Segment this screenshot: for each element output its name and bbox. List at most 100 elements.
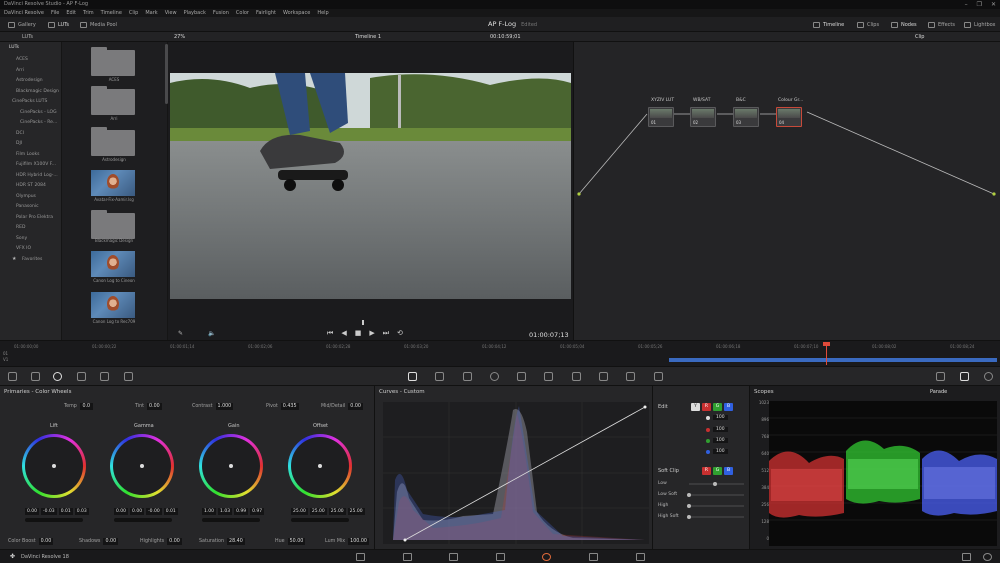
pivot-value[interactable]: 0.435 <box>280 403 299 410</box>
lut-item[interactable]: Olympus <box>16 194 36 199</box>
lut-preview-thumb[interactable] <box>91 251 135 277</box>
mini-timeline[interactable]: 01:00:00;00 01:00:00;22 01:00:01;14 01:0… <box>0 340 1000 367</box>
keyframes-icon[interactable] <box>936 372 945 381</box>
offset-master-wheel[interactable] <box>291 518 349 522</box>
media-page-icon[interactable] <box>356 553 365 561</box>
timeline-dropdown[interactable]: Timeline 1 <box>355 32 381 42</box>
tracker-icon[interactable] <box>517 372 526 381</box>
window-icon[interactable] <box>490 372 499 381</box>
lut-item[interactable]: CinePacks - LOG <box>20 110 57 115</box>
gain-r[interactable]: 1.03 <box>218 508 233 515</box>
middetail-field[interactable]: Mid/Detail 0.00 <box>321 403 363 410</box>
lummix-field[interactable]: Lum Mix 100.00 <box>325 538 369 545</box>
gamma-r[interactable]: 0.00 <box>130 508 145 515</box>
menu-color[interactable]: Color <box>236 9 249 17</box>
deliver-page-icon[interactable] <box>636 553 645 561</box>
highlights-field[interactable]: Highlights 0.00 <box>140 538 182 545</box>
sizing-icon[interactable] <box>626 372 635 381</box>
temp-value[interactable]: 0.0 <box>79 403 93 410</box>
home-icon[interactable] <box>962 553 971 561</box>
curve-graph[interactable] <box>383 402 649 544</box>
gamma-y[interactable]: 0.00 <box>114 508 129 515</box>
menu-clip[interactable]: Clip <box>129 9 138 17</box>
timeline-button[interactable]: Timeline <box>813 17 844 32</box>
motion-effects-icon[interactable] <box>100 372 109 381</box>
menu-fusion[interactable]: Fusion <box>213 9 229 17</box>
camera-raw-icon[interactable] <box>8 372 17 381</box>
pivot-field[interactable]: Pivot 0.435 <box>266 403 299 410</box>
lut-item[interactable]: HDR Hybrid Log-... <box>16 173 58 178</box>
close-button[interactable]: ✕ <box>991 0 996 9</box>
menu-edit[interactable]: Edit <box>66 9 76 17</box>
clip-mode-dropdown[interactable]: Clip <box>915 32 924 42</box>
softclip-low-slider[interactable] <box>689 482 744 486</box>
maximize-button[interactable]: ❐ <box>977 0 982 9</box>
fairlight-page-icon[interactable] <box>589 553 598 561</box>
skip-back-icon[interactable]: ⏮ <box>327 329 333 338</box>
color-match-icon[interactable] <box>31 372 40 381</box>
lut-item[interactable]: RED <box>16 225 25 230</box>
lut-folder-thumb[interactable] <box>91 86 135 115</box>
color-wheels-icon[interactable] <box>53 372 62 381</box>
softclip-channel-r[interactable]: R <box>702 467 711 475</box>
stop-icon[interactable]: ■ <box>355 329 362 338</box>
lift-g[interactable]: 0.01 <box>58 508 73 515</box>
softclip-lowsoft-slider[interactable] <box>687 493 744 497</box>
lift-b[interactable]: 0.03 <box>74 508 89 515</box>
gamma-master-wheel[interactable] <box>114 518 172 522</box>
lift-master-wheel[interactable] <box>25 518 83 522</box>
lut-item[interactable]: HDR ST 2084 <box>16 183 46 188</box>
offset-g[interactable]: 25.00 <box>328 508 346 515</box>
scopes-icon[interactable] <box>960 372 969 381</box>
volume-icon[interactable]: 🔈 <box>208 330 215 337</box>
nodes-button[interactable]: Nodes <box>891 17 917 32</box>
channel-g[interactable]: G <box>713 403 722 411</box>
tint-field[interactable]: Tint 0.00 <box>135 403 162 410</box>
softclip-high-slider[interactable] <box>687 504 744 508</box>
highlights-value[interactable]: 0.00 <box>167 538 182 545</box>
lut-item[interactable]: CinePacks - Re... <box>20 120 57 125</box>
gain-master-wheel[interactable] <box>202 518 260 522</box>
lut-item[interactable]: ACES <box>16 57 28 62</box>
node-1[interactable]: 01 <box>648 107 674 127</box>
scope-mode-dropdown[interactable]: Parade <box>930 389 947 395</box>
contrast-field[interactable]: Contrast 1.000 <box>192 403 234 410</box>
wheel-handle[interactable] <box>318 464 322 468</box>
timeline-playhead[interactable] <box>826 343 827 365</box>
node-2[interactable]: 02 <box>690 107 716 127</box>
video-frame[interactable] <box>170 73 571 299</box>
r-intensity-value[interactable]: 100 <box>713 427 728 432</box>
lut-item[interactable]: Fujifilm X100V F... <box>16 162 56 167</box>
hue-field[interactable]: Hue 50.00 <box>275 538 306 545</box>
media-pool-button[interactable]: Media Pool <box>80 17 117 32</box>
node-3[interactable]: 03 <box>733 107 759 127</box>
shadows-field[interactable]: Shadows 0.00 <box>79 538 119 545</box>
wheel-handle[interactable] <box>229 464 233 468</box>
color-warper-icon[interactable] <box>435 372 444 381</box>
playhead-handle[interactable] <box>823 342 830 346</box>
lut-item[interactable]: Polar Pro Elektra <box>16 215 53 220</box>
temp-field[interactable]: Temp 0.0 <box>64 403 93 410</box>
softclip-highsoft-slider[interactable] <box>687 515 744 519</box>
saturation-field[interactable]: Saturation 28.40 <box>199 538 245 545</box>
colorboost-field[interactable]: Color Boost 0.00 <box>8 538 54 545</box>
info-icon[interactable] <box>984 372 993 381</box>
gain-b[interactable]: 0.97 <box>250 508 265 515</box>
menu-workspace[interactable]: Workspace <box>283 9 310 17</box>
effects-button[interactable]: Effects <box>928 17 955 32</box>
gain-y[interactable]: 1.00 <box>202 508 217 515</box>
lut-item[interactable]: Blackmagic Design <box>16 89 59 94</box>
lift-r[interactable]: -0.03 <box>41 508 57 515</box>
menu-fairlight[interactable]: Fairlight <box>256 9 276 17</box>
key-icon[interactable] <box>599 372 608 381</box>
reverse-icon[interactable]: ◀ <box>341 329 346 338</box>
curve-point[interactable] <box>643 405 647 409</box>
gamma-b[interactable]: 0.01 <box>163 508 178 515</box>
blur-icon[interactable] <box>572 372 581 381</box>
lut-item[interactable]: VFX IO <box>16 246 31 251</box>
saturation-value[interactable]: 28.40 <box>227 538 245 545</box>
shadows-value[interactable]: 0.00 <box>103 538 119 545</box>
gain-g[interactable]: 0.99 <box>234 508 249 515</box>
lut-item[interactable]: Sony <box>16 236 27 241</box>
lut-preview-thumb[interactable] <box>91 170 135 196</box>
